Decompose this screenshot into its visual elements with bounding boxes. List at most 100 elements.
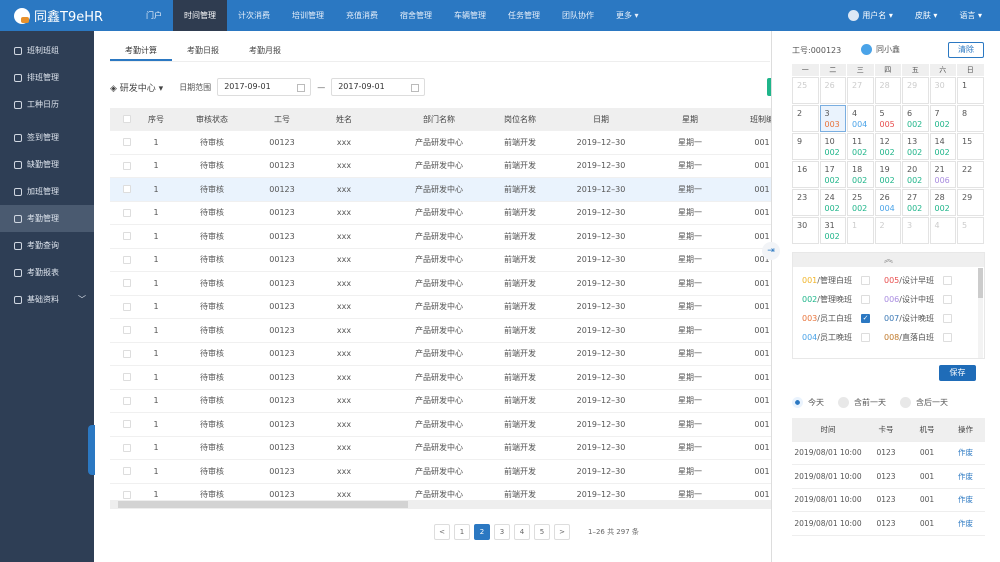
shift-option[interactable]: 007/设计晚班 (884, 313, 966, 324)
calendar-day[interactable]: 31 002 (819, 217, 846, 244)
scrollbar-thumb[interactable] (118, 501, 408, 508)
calendar-day[interactable]: 12 002 (874, 133, 901, 160)
table-header[interactable]: 序号 审核状态 工号 姓名 部门名称 岗位名称 日期 星期 班制编 (110, 108, 771, 131)
vertical-scrollbar[interactable] (978, 268, 983, 358)
row-checkbox[interactable] (123, 208, 131, 217)
table-row[interactable]: 1 待审核 00123 xxx 产品研发中心 前端开发 2019–12–30 星期一 001 (110, 272, 771, 296)
table-row[interactable]: 1 待审核 00123 xxx 产品研发中心 前端开发 2019–12–30 星期一 001 (110, 413, 771, 437)
page-button[interactable]: 4 (514, 524, 530, 540)
calendar-day[interactable]: 16 (792, 161, 819, 188)
radio-option[interactable]: 含前一天 (838, 397, 886, 408)
nav-item[interactable]: 宿舍管理 (389, 0, 443, 31)
nav-item[interactable]: 时间管理 (173, 0, 227, 31)
void-link[interactable]: 作废 (946, 447, 985, 458)
row-checkbox[interactable] (123, 138, 131, 147)
tab[interactable]: 考勤计算 (110, 40, 172, 61)
table-row[interactable]: 1 待审核 00123 xxx 产品研发中心 前端开发 2019–12–30 星期一 001 (110, 343, 771, 366)
language-menu[interactable]: 语言 ▾ (959, 0, 982, 31)
calendar-day[interactable]: 28 002 (929, 189, 956, 216)
end-date-input[interactable]: 2017-09-01 (331, 78, 426, 96)
calendar-day[interactable]: 30 (792, 217, 819, 244)
calendar-day[interactable]: 24 002 (819, 189, 846, 216)
calendar-day[interactable]: 19 002 (874, 161, 901, 188)
tab[interactable]: 考勤日报 (172, 40, 234, 61)
sidebar-item[interactable]: 考勤管理 (0, 205, 94, 232)
table-row[interactable]: 1 待审核 00123 xxx 产品研发中心 前端开发 2019–12–30 星期一 001 (110, 319, 771, 343)
calendar-day[interactable]: 15 (957, 133, 984, 160)
row-checkbox[interactable] (123, 255, 131, 264)
calendar-day[interactable]: 25 002 (847, 189, 874, 216)
radio-option[interactable]: 含后一天 (900, 397, 948, 408)
calendar-day[interactable]: 20 002 (902, 161, 929, 188)
nav-item[interactable]: 计次消费 (227, 0, 281, 31)
calendar-day[interactable]: 28 (874, 77, 901, 104)
shift-option[interactable]: 002/管理晚班 (802, 294, 884, 305)
nav-item[interactable]: 培训管理 (281, 0, 335, 31)
table-row[interactable]: 1 待审核 00123 xxx 产品研发中心 前端开发 2019–12–30 星期一 001 (110, 225, 771, 249)
calendar-day[interactable]: 14 002 (929, 133, 956, 160)
skin-menu[interactable]: 皮肤 ▾ (915, 0, 938, 31)
calendar-day[interactable]: 5 (957, 217, 984, 244)
row-checkbox[interactable] (123, 279, 131, 288)
shift-checkbox[interactable] (861, 333, 870, 342)
row-checkbox[interactable] (123, 161, 131, 170)
calendar-day[interactable]: 30 (929, 77, 956, 104)
nav-item[interactable]: 车辆管理 (443, 0, 497, 31)
table-row[interactable]: 1 待审核 00123 xxx 产品研发中心 前端开发 2019–12–30 星期一 001 (110, 390, 771, 413)
sidebar-item[interactable]: 工种日历 (0, 91, 94, 118)
shift-checkbox[interactable] (943, 314, 952, 323)
void-link[interactable]: 作废 (946, 518, 985, 529)
radio-option[interactable]: 今天 (792, 397, 824, 408)
calendar-day[interactable]: 26 (819, 77, 846, 104)
calendar-day[interactable]: 27 002 (902, 189, 929, 216)
radio-button[interactable] (792, 397, 803, 408)
row-checkbox[interactable] (123, 302, 131, 311)
sidebar-item[interactable]: 考勤报表 (0, 259, 94, 286)
calendar-day[interactable]: 4 (929, 217, 956, 244)
page-button[interactable]: 5 (534, 524, 550, 540)
horizontal-scrollbar[interactable] (110, 500, 771, 509)
sidebar-item[interactable]: 基础资料 ﹀ (0, 286, 94, 313)
shift-checkbox[interactable] (861, 295, 870, 304)
calendar-day[interactable]: 3 003 (819, 105, 846, 132)
calendar-day[interactable]: 2 (874, 217, 901, 244)
nav-item[interactable]: 门户 (135, 0, 173, 31)
calendar-day[interactable]: 23 (792, 189, 819, 216)
calendar-day[interactable]: 7 002 (929, 105, 956, 132)
table-row[interactable]: 1 待审核 00123 xxx 产品研发中心 前端开发 2019–12–30 星期一 001 (110, 437, 771, 460)
radio-button[interactable] (838, 397, 849, 408)
radio-button[interactable] (900, 397, 911, 408)
calendar-day[interactable]: 8 (957, 105, 984, 132)
row-checkbox[interactable] (123, 232, 131, 241)
calendar-day[interactable]: 1 (847, 217, 874, 244)
collapse-panel-icon[interactable]: ⇥ (762, 242, 780, 260)
table-row[interactable]: 1 待审核 00123 xxx 产品研发中心 前端开发 2019–12–30 星期一 001 (110, 484, 771, 501)
user-menu[interactable]: 用户名 ▾ (848, 0, 893, 31)
calendar-day[interactable]: 5 005 (874, 105, 901, 132)
calendar-day[interactable]: 4 004 (847, 105, 874, 132)
shift-option[interactable]: 004/员工晚班 (802, 332, 884, 343)
sidebar-item[interactable]: 缺勤管理 (0, 151, 94, 178)
table-row[interactable]: 1 待审核 00123 xxx 产品研发中心 前端开发 2019–12–30 星期一 001 (110, 460, 771, 484)
calendar-day[interactable]: 17 002 (819, 161, 846, 188)
sidebar-item[interactable]: 签到管理 (0, 124, 94, 151)
shift-checkbox[interactable] (943, 333, 952, 342)
sidebar-collapse-handle[interactable] (88, 425, 95, 475)
save-button[interactable]: 保存 (939, 365, 976, 381)
prev-page-button[interactable]: < (434, 524, 450, 540)
shift-option[interactable]: 003/员工白班 ✓ (802, 313, 884, 324)
row-checkbox[interactable] (123, 373, 131, 382)
sidebar-item[interactable]: 考勤查询 (0, 232, 94, 259)
shift-option[interactable]: 005/设计早班 (884, 275, 966, 286)
start-date-input[interactable]: 2017-09-01 (217, 78, 312, 96)
nav-item[interactable]: 团队协作 (551, 0, 605, 31)
next-page-button[interactable]: > (554, 524, 570, 540)
row-checkbox[interactable] (123, 349, 131, 358)
calendar-day[interactable]: 9 (792, 133, 819, 160)
row-checkbox[interactable] (123, 467, 131, 476)
calendar-day[interactable]: 29 (902, 77, 929, 104)
shift-option[interactable]: 008/直落白班 (884, 332, 966, 343)
sidebar-item[interactable]: 班制班组 (0, 37, 94, 64)
table-row[interactable]: 1 待审核 00123 xxx 产品研发中心 前端开发 2019–12–30 星期一 001 (110, 178, 771, 202)
calendar-day[interactable]: 27 (847, 77, 874, 104)
